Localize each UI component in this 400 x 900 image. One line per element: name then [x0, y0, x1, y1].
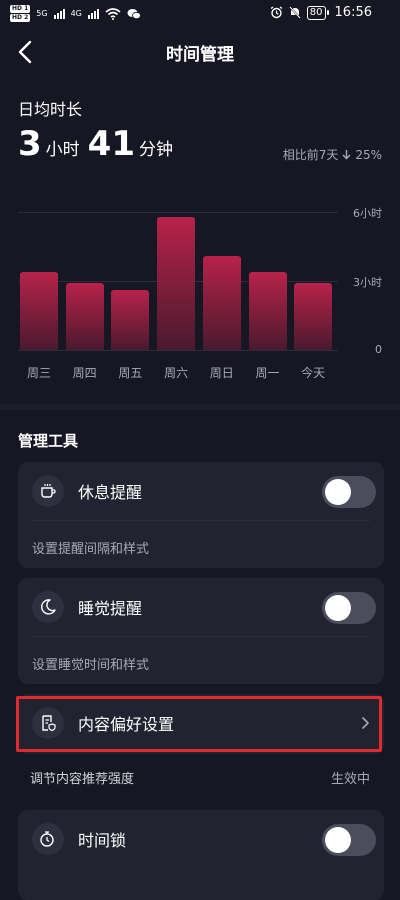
sim1-badge: HD 1 [10, 5, 31, 13]
page-title: 时间管理 [166, 45, 234, 65]
chart-xtick-label: 周四 [72, 366, 97, 380]
time-lock-card: 时间锁 [18, 810, 384, 900]
content-preference-row[interactable]: 内容偏好设置 [18, 694, 384, 752]
sleep-reminder-subtitle[interactable]: 设置睡觉时间和样式 [32, 654, 149, 673]
section-divider [0, 404, 400, 410]
sleep-reminder-toggle[interactable] [322, 592, 376, 624]
sim2-badge: HD 2 [10, 14, 31, 22]
hours-unit: 小时 [45, 140, 80, 160]
time-lock-label: 时间锁 [78, 831, 127, 850]
chart-ytick-label: 0 [375, 343, 382, 356]
page-header: 时间管理 [0, 30, 400, 74]
minutes-value: 41 [87, 124, 135, 164]
content-preference-card[interactable]: 内容偏好设置 [18, 694, 384, 754]
chart-xtick-label: 周三 [26, 366, 51, 380]
daily-average-value: 3 小时 41 分钟 [18, 124, 181, 164]
sim2-indicator: HD 2 [10, 14, 31, 22]
compare-text: 相比前7天 [282, 148, 339, 162]
content-preference-subtitle: 调节内容推荐强度 [30, 772, 135, 787]
sleep-reminder-card: 睡觉提醒 设置睡觉时间和样式 [18, 578, 384, 684]
chart-gridline [18, 350, 338, 351]
chart-bar[interactable] [20, 271, 58, 350]
net2-label: 4G [70, 9, 82, 18]
alarm-icon [270, 6, 283, 19]
cup-icon [32, 475, 64, 507]
sleep-reminder-label: 睡觉提醒 [78, 599, 143, 618]
rest-reminder-card: 休息提醒 设置提醒间隔和样式 [18, 462, 384, 568]
compare-info: 相比前7天 25% [283, 146, 382, 163]
chevron-right-icon [362, 717, 369, 729]
mute-icon [289, 6, 301, 19]
chart-bar[interactable] [157, 216, 196, 350]
battery-icon: 80 [306, 5, 329, 20]
chart-xtick-label: 周五 [118, 366, 143, 380]
chart-gridline [18, 212, 338, 213]
chart-bar[interactable] [248, 271, 287, 350]
chart-ytick-label: 3小时 [353, 276, 382, 289]
card-divider [32, 636, 370, 637]
rest-reminder-toggle[interactable] [322, 476, 376, 508]
chart-xtick-label: 今天 [301, 366, 326, 380]
tools-section-title: 管理工具 [18, 432, 79, 450]
time-lock-toggle[interactable] [322, 824, 376, 856]
chart-xtick-label: 周六 [164, 366, 189, 380]
chart-bar[interactable] [65, 283, 104, 350]
wifi-icon [105, 7, 121, 20]
content-preference-status: 生效中 [330, 772, 370, 787]
document-shield-icon [32, 707, 64, 739]
card-divider [32, 520, 370, 521]
sim1-indicator: HD 1 [10, 5, 31, 13]
moon-icon [32, 591, 64, 623]
signal2-icon [87, 8, 99, 19]
arrow-down-icon [342, 150, 351, 160]
timer-lock-icon [32, 823, 64, 855]
signal1-icon [53, 8, 65, 19]
chart-bar[interactable] [202, 255, 241, 350]
chart-bar[interactable] [294, 283, 333, 350]
chart-xtick-label: 周一 [255, 366, 280, 380]
chart-ytick-label: 6小时 [353, 207, 382, 220]
hours-value: 3 [18, 124, 42, 164]
clock: 16:56 [334, 5, 372, 20]
rest-reminder-subtitle[interactable]: 设置提醒间隔和样式 [32, 538, 149, 557]
wechat-icon [127, 8, 141, 19]
rest-reminder-label: 休息提醒 [78, 483, 143, 502]
compare-value: 25% [355, 147, 382, 162]
content-preference-label: 内容偏好设置 [78, 715, 175, 734]
daily-average-label: 日均时长 [18, 100, 83, 119]
sim-indicators: HD 1 HD 2 [10, 5, 31, 22]
battery-level: 80 [306, 5, 326, 20]
status-bar: HD 1 HD 2 5G 4G 80 16:56 [0, 0, 400, 28]
status-right: 80 16:56 [270, 5, 372, 20]
chart-xtick-label: 周日 [209, 366, 234, 380]
chart-bar[interactable] [111, 290, 150, 350]
minutes-unit: 分钟 [139, 140, 173, 160]
net1-label: 5G [36, 9, 48, 18]
status-left: HD 1 HD 2 5G 4G [10, 5, 141, 22]
